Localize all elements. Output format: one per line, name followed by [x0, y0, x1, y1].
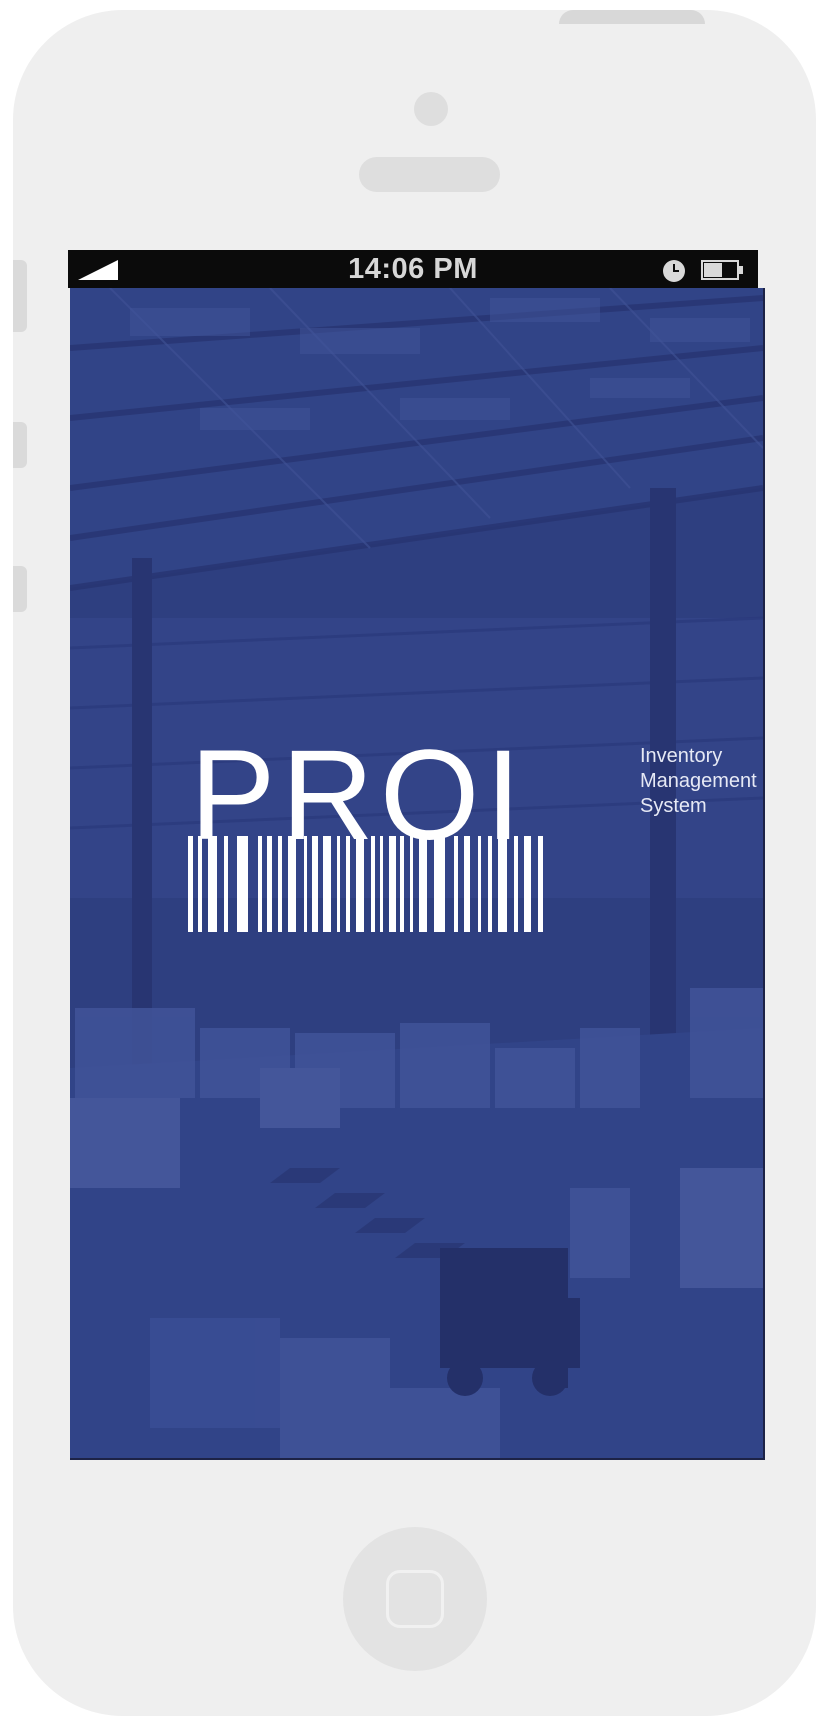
home-square-icon [386, 1570, 444, 1628]
logo-tagline: Inventory Management System [640, 744, 763, 819]
earpiece-speaker [359, 157, 500, 192]
barcode-graphic [188, 836, 543, 932]
tagline-line-2: Management [640, 770, 757, 792]
volume-down-button [13, 566, 27, 612]
tagline-line-3: System [640, 795, 707, 817]
status-bar: 14:06 PM [68, 250, 758, 288]
power-button [559, 10, 705, 24]
home-button[interactable] [343, 1527, 487, 1671]
mute-switch [13, 260, 27, 332]
volume-up-button [13, 422, 27, 468]
splash-screen: PROI Inventory Management System [70, 288, 765, 1460]
battery-icon [701, 260, 739, 280]
proi-logo: PROI Inventory Management System [188, 732, 757, 944]
battery-tip [739, 266, 743, 274]
status-time: 14:06 PM [348, 253, 478, 285]
clock-icon [663, 260, 685, 282]
front-camera [414, 92, 448, 126]
tagline-line-1: Inventory [640, 745, 723, 767]
